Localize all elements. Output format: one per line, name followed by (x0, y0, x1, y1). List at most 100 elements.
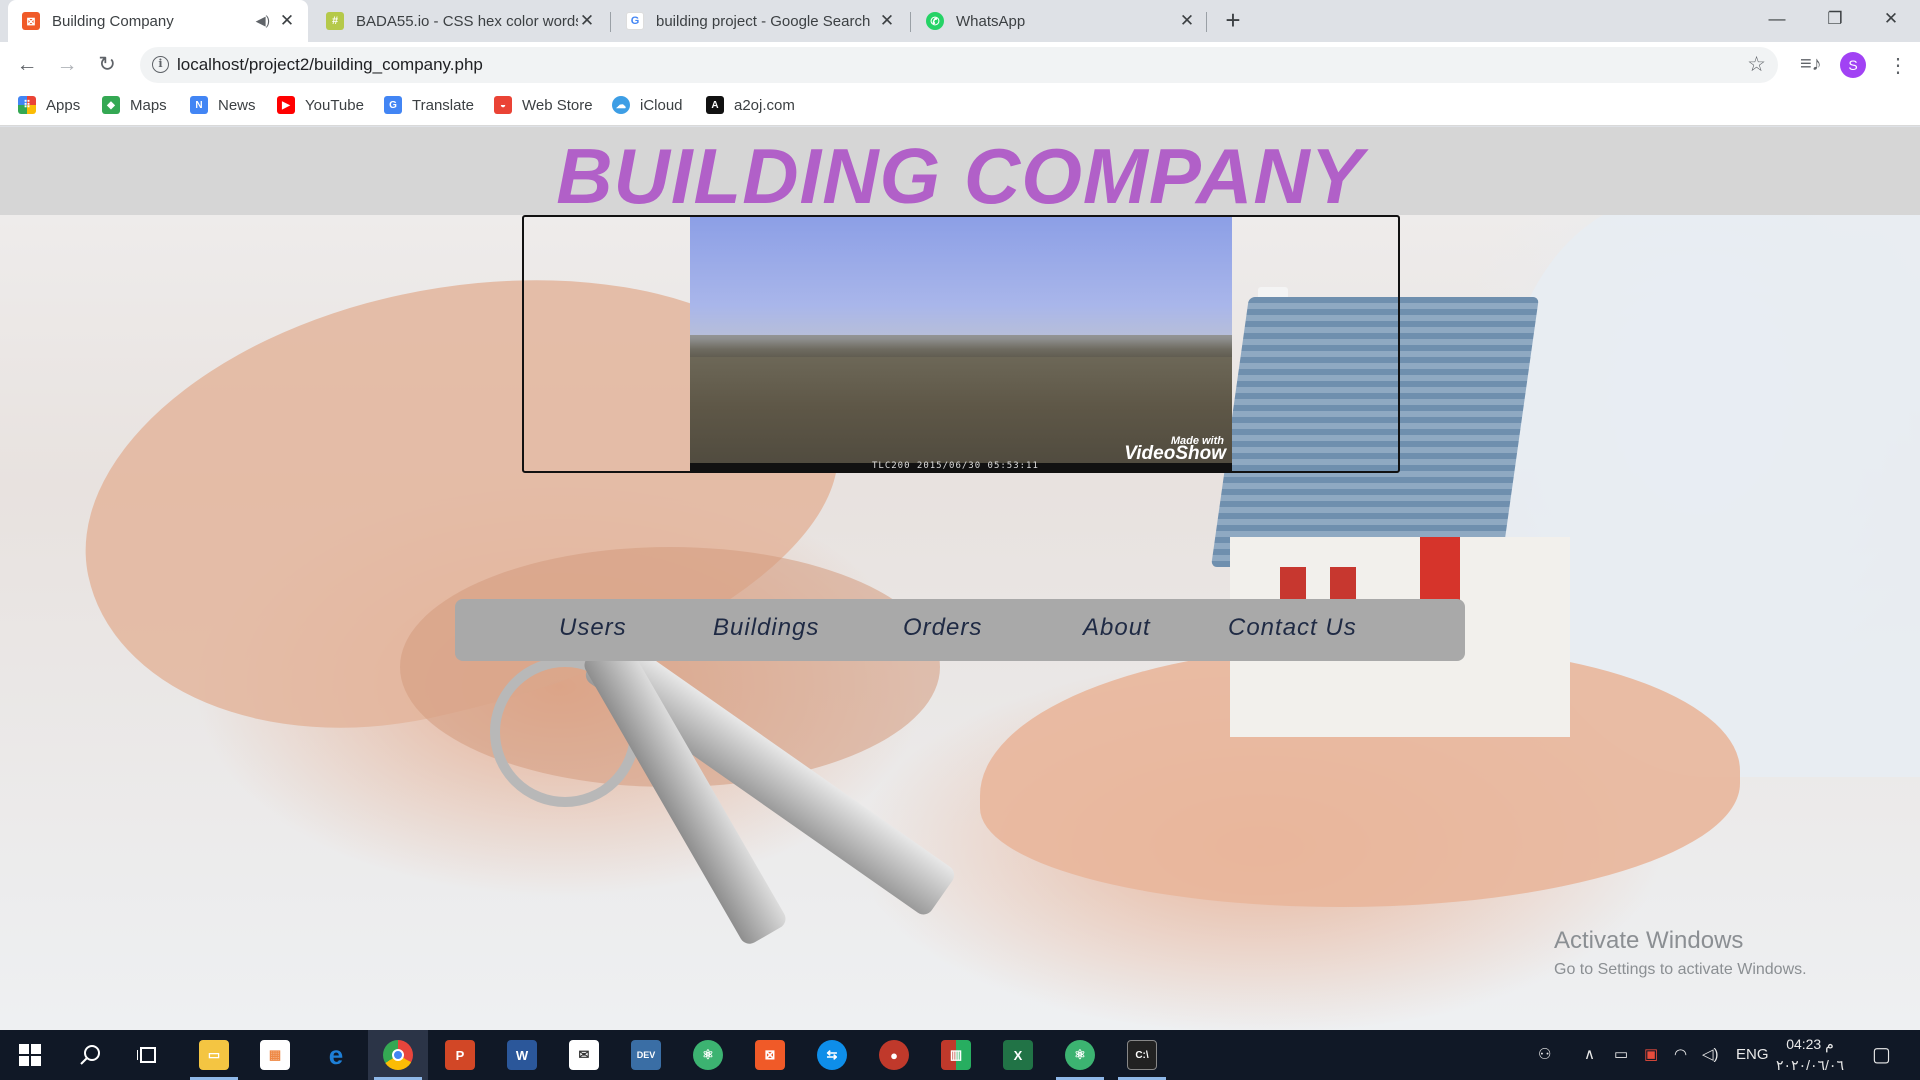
bookmark-label: iCloud (640, 96, 683, 114)
taskbar-xampp[interactable]: ⊠ (740, 1030, 800, 1080)
chevron-up-icon[interactable]: ∧ (1584, 1030, 1595, 1080)
volume-icon[interactable]: ◁) (1702, 1030, 1719, 1080)
new-tab-button[interactable]: + (1218, 6, 1248, 36)
apps-grid-icon: ⠿ (18, 96, 36, 114)
mail-icon: ✉ (569, 1040, 599, 1070)
taskbar-atom[interactable]: ⚛ (678, 1030, 738, 1080)
excel-icon: X (1003, 1040, 1033, 1070)
close-tab-icon[interactable]: ✕ (578, 11, 596, 31)
taskbar-word[interactable]: W (492, 1030, 552, 1080)
bookmark-star-icon[interactable]: ☆ (1747, 52, 1766, 77)
bookmark-webstore[interactable]: ◒ Web Store (494, 96, 593, 114)
taskbar-teamviewer[interactable]: ⇆ (802, 1030, 862, 1080)
speaker-icon[interactable]: ◀) (256, 13, 270, 29)
bookmark-label: Web Store (522, 96, 593, 114)
bookmark-youtube[interactable]: ▶ YouTube (277, 96, 364, 114)
nav-about[interactable]: About (1083, 614, 1151, 642)
bookmark-apps[interactable]: ⠿ Apps (18, 96, 80, 114)
taskbar-terminal[interactable]: C:\ (1112, 1030, 1172, 1080)
clock-time: 04:23 م (1786, 1036, 1834, 1052)
taskbar-winrar[interactable]: ▥ (926, 1030, 986, 1080)
tab-bada55[interactable]: # BADA55.io - CSS hex color words ✕ (312, 0, 608, 42)
notifications-icon[interactable]: ▢ (1872, 1030, 1891, 1080)
task-view-icon (137, 1047, 156, 1063)
word-icon: W (507, 1040, 537, 1070)
search-icon (80, 1045, 100, 1065)
tab-divider (910, 12, 911, 32)
bookmark-news[interactable]: N News (190, 96, 256, 114)
browser-tab-bar: ⊠ Building Company ◀) ✕ # BADA55.io - CS… (0, 0, 1920, 42)
taskbar-app-red[interactable]: ● (864, 1030, 924, 1080)
taskbar-store[interactable]: ▦ (245, 1030, 305, 1080)
folder-icon: ▭ (199, 1040, 229, 1070)
windows-taskbar: ▭ ▦ e P W ✉ DEV ⚛ ⊠ ⇆ ● ▥ X ⚛ C:\ ⚇ ∧ ▭ … (0, 1030, 1920, 1080)
translate-icon: G (384, 96, 402, 114)
antivirus-icon[interactable]: ▣ (1644, 1030, 1658, 1080)
xampp-icon: ⊠ (755, 1040, 785, 1070)
youtube-icon: ▶ (277, 96, 295, 114)
tab-title: BADA55.io - CSS hex color words (356, 12, 578, 30)
browser-toolbar: ← → ↻ i localhost/project2/building_comp… (0, 42, 1920, 88)
taskbar-file-explorer[interactable]: ▭ (184, 1030, 244, 1080)
nav-users[interactable]: Users (559, 614, 627, 642)
powerpoint-icon: P (445, 1040, 475, 1070)
taskbar-clock[interactable]: 04:23 م ٢٠٢٠/٠٦/٠٦ (1770, 1034, 1850, 1076)
tab-building-company[interactable]: ⊠ Building Company ◀) ✕ (8, 0, 308, 42)
menu-dots-icon[interactable]: ⋮ (1888, 53, 1908, 78)
battery-icon[interactable]: ▭ (1614, 1030, 1628, 1080)
minimize-button[interactable]: — (1748, 0, 1806, 38)
bookmark-a2oj[interactable]: A a2oj.com (706, 96, 795, 114)
info-icon[interactable]: i (152, 56, 169, 73)
tab-divider (610, 12, 611, 32)
taskbar-mail[interactable]: ✉ (554, 1030, 614, 1080)
video-player[interactable]: TLC200 2015/06/30 05:53:11 Made with Vid… (690, 217, 1232, 471)
icloud-icon: ☁ (612, 96, 630, 114)
bookmarks-bar: ⠿ Apps ◆ Maps N News ▶ YouTube G Transla… (0, 88, 1920, 126)
tab-whatsapp[interactable]: ✆ WhatsApp ✕ (912, 0, 1208, 42)
close-tab-icon[interactable]: ✕ (278, 11, 296, 31)
tab-title: building project - Google Search (656, 12, 871, 30)
tab-divider (1206, 12, 1207, 32)
teamviewer-icon: ⇆ (817, 1040, 847, 1070)
close-tab-icon[interactable]: ✕ (1178, 11, 1196, 31)
taskbar-excel[interactable]: X (988, 1030, 1048, 1080)
bookmark-label: Translate (412, 96, 474, 114)
nav-buildings[interactable]: Buildings (713, 614, 819, 642)
close-tab-icon[interactable]: ✕ (878, 11, 896, 31)
reload-button[interactable]: ↻ (92, 50, 122, 80)
address-bar[interactable]: i localhost/project2/building_company.ph… (140, 47, 1778, 83)
nav-contact-us[interactable]: Contact Us (1228, 614, 1357, 642)
xampp-icon: ⊠ (22, 12, 40, 30)
restore-button[interactable]: ❐ (1806, 0, 1864, 38)
taskbar-edge[interactable]: e (306, 1030, 366, 1080)
task-view-button[interactable] (118, 1030, 178, 1080)
close-window-button[interactable]: ✕ (1862, 0, 1920, 38)
media-control-icon[interactable]: ≡♪ (1800, 53, 1822, 76)
circle-app-icon: ● (879, 1040, 909, 1070)
video-timestamp: TLC200 2015/06/30 05:53:11 (872, 461, 1039, 471)
taskbar-chrome[interactable] (368, 1030, 428, 1080)
bookmark-translate[interactable]: G Translate (384, 96, 474, 114)
windows-logo-icon (19, 1044, 41, 1066)
profile-avatar[interactable]: S (1840, 52, 1866, 78)
start-button[interactable] (0, 1030, 60, 1080)
nav-orders[interactable]: Orders (903, 614, 982, 642)
bookmark-label: a2oj.com (734, 96, 795, 114)
forward-button[interactable]: → (52, 50, 82, 80)
search-button[interactable] (60, 1030, 120, 1080)
bookmark-icloud[interactable]: ☁ iCloud (612, 96, 683, 114)
url-text[interactable]: localhost/project2/building_company.php (177, 55, 483, 75)
people-icon[interactable]: ⚇ (1538, 1030, 1551, 1080)
taskbar-powerpoint[interactable]: P (430, 1030, 490, 1080)
terminal-icon: C:\ (1127, 1040, 1157, 1070)
bookmark-label: YouTube (305, 96, 364, 114)
whatsapp-icon: ✆ (926, 12, 944, 30)
taskbar-atom-2[interactable]: ⚛ (1050, 1030, 1110, 1080)
bookmark-maps[interactable]: ◆ Maps (102, 96, 167, 114)
webstore-icon: ◒ (494, 96, 512, 114)
taskbar-devcpp[interactable]: DEV (616, 1030, 676, 1080)
tab-google-search[interactable]: G building project - Google Search ✕ (612, 0, 908, 42)
back-button[interactable]: ← (12, 50, 42, 80)
language-indicator[interactable]: ENG (1736, 1030, 1769, 1080)
wifi-icon[interactable]: ◠ (1674, 1030, 1687, 1080)
